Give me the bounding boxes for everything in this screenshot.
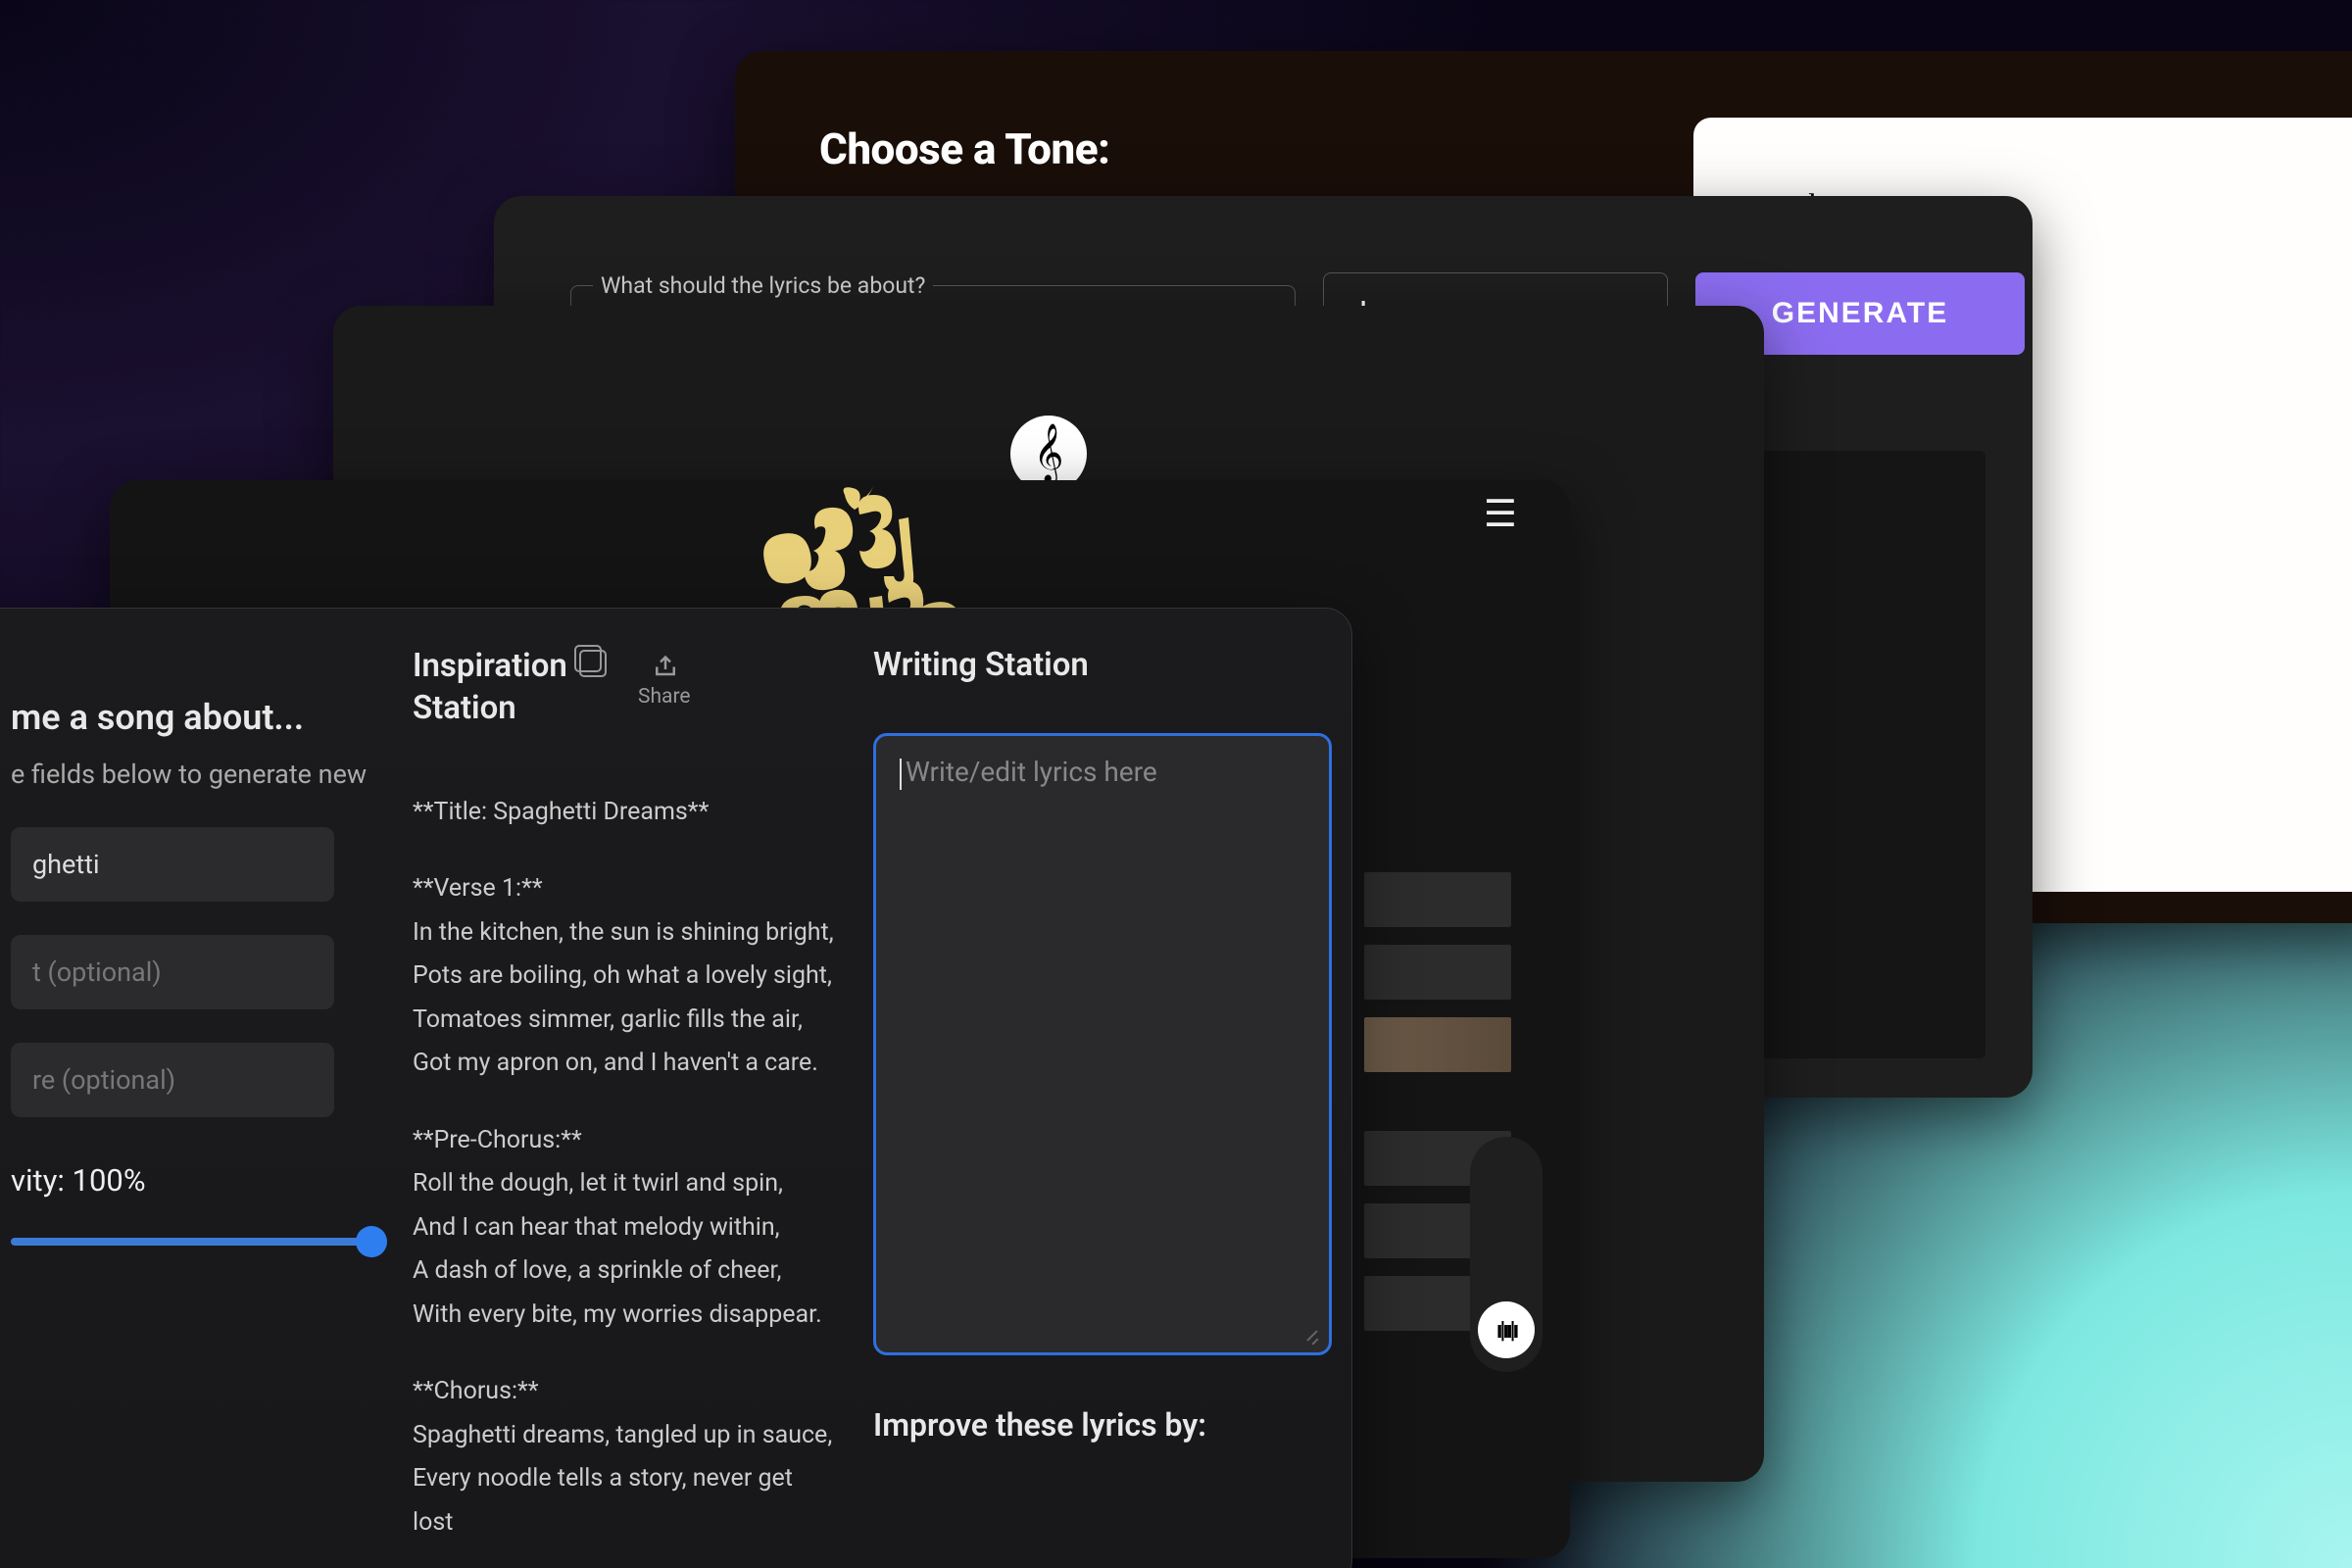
lyric-line: Every noodle tells a story, never get lo… <box>413 1457 834 1544</box>
optional-input-1[interactable]: t (optional) <box>11 935 334 1009</box>
creativity-slider[interactable] <box>11 1238 383 1246</box>
lyric-line: Roll the dough, let it twirl and spin, <box>413 1162 834 1206</box>
writing-column: Writing Station Write/edit lyrics here I… <box>873 646 1352 1544</box>
lyrics-studio-window: ose Model ▼ Share me a song about... e f… <box>0 608 1352 1568</box>
prompt-column: me a song about... e fields below to gen… <box>11 646 373 1544</box>
resize-handle-icon[interactable] <box>1301 1325 1319 1343</box>
copy-button[interactable] <box>579 650 607 677</box>
copy-icon <box>579 650 607 677</box>
lyrics-title: **Title: Spaghetti Dreams** <box>413 791 834 835</box>
lyric-line: In the kitchen, the sun is shining brigh… <box>413 911 834 956</box>
lyric-line: Spaghetti dreams, tangled up in sauce, <box>413 1414 834 1458</box>
lyric-line: Got my apron on, and I haven't a care. <box>413 1042 834 1086</box>
share-icon <box>651 650 678 677</box>
lyrics-topic-label: What should the lyrics be about? <box>593 272 933 299</box>
lyric-line: A dash of love, a sprinkle of cheer, <box>413 1250 834 1294</box>
audio-widget[interactable]: ı|ıı|ı <box>1470 1137 1543 1372</box>
writing-heading: Writing Station <box>873 646 1352 684</box>
improve-heading: Improve these lyrics by: <box>873 1406 1352 1444</box>
write-song-heading: me a song about... <box>11 697 373 738</box>
lyric-line: And I can hear that melody within, <box>413 1206 834 1250</box>
share-button[interactable]: Share <box>638 650 691 709</box>
write-song-sub: e fields below to generate new <box>11 756 373 794</box>
editor-placeholder: Write/edit lyrics here <box>906 756 1157 788</box>
track-strip-active[interactable] <box>1364 1017 1511 1072</box>
hamburger-menu-icon[interactable]: ☰ <box>1484 504 1515 526</box>
inspiration-column: InspirationStation **Title: Spaghetti Dr… <box>413 646 834 1544</box>
lyric-line: Tomatoes simmer, garlic fills the air, <box>413 999 834 1043</box>
lyric-line: Pots are boiling, oh what a lovely sight… <box>413 955 834 999</box>
slider-thumb[interactable] <box>356 1226 387 1257</box>
section-heading: **Chorus:** <box>413 1370 834 1414</box>
optional-input-2[interactable]: re (optional) <box>11 1043 334 1117</box>
track-strip[interactable] <box>1364 872 1511 927</box>
text-cursor <box>900 759 902 790</box>
generated-lyrics: **Title: Spaghetti Dreams** **Verse 1:**… <box>413 791 834 1545</box>
section-heading: **Pre-Chorus:** <box>413 1119 834 1163</box>
track-strip[interactable] <box>1364 945 1511 1000</box>
lyric-line: With every bite, my worries disappear. <box>413 1294 834 1338</box>
creativity-label: vity: 100% <box>11 1162 373 1199</box>
waveform-icon[interactable]: ı|ıı|ı <box>1478 1301 1535 1358</box>
section-heading: **Verse 1:** <box>413 867 834 911</box>
lyrics-editor[interactable]: Write/edit lyrics here <box>873 733 1332 1355</box>
topic-input[interactable]: ghetti <box>11 827 334 902</box>
